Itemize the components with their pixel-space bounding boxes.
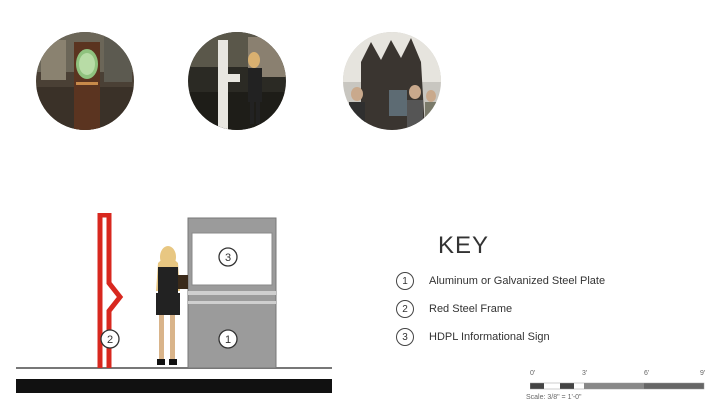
panel-band-2 (188, 301, 276, 304)
key-item-number: 3 (396, 328, 414, 346)
callout-1-text: 1 (225, 334, 231, 346)
key-item-label: HDPL Informational Sign (429, 331, 550, 343)
photo-kiosk-visitor-image (188, 32, 286, 130)
photo-sculptural-sign (36, 32, 134, 130)
photo-kiosk-visitor (188, 32, 286, 130)
key-item: 3 HDPL Informational Sign (396, 326, 550, 348)
key-item-number: 1 (396, 272, 414, 290)
scale-bar-graphic (530, 382, 705, 390)
photo-sculptural-sign-image (36, 32, 134, 130)
key-title: KEY (438, 232, 490, 259)
key-item-label: Aluminum or Galvanized Steel Plate (429, 275, 606, 287)
panel-band-1 (188, 291, 276, 295)
key-item: 2 Red Steel Frame (396, 298, 512, 320)
ground-base (16, 379, 332, 393)
scale-tick-label: 3' (582, 370, 588, 377)
person-figure (156, 246, 188, 365)
callout-2-text: 2 (107, 334, 113, 346)
callout-3-text: 3 (225, 252, 231, 264)
photo-frame-sign-visitors-image (343, 32, 441, 130)
photo-frame-sign-visitors (343, 32, 441, 130)
scale-tick-label: 6' (644, 370, 650, 377)
sign-elevation-drawing: 2 3 1 (16, 213, 332, 393)
key-item-number: 2 (396, 300, 414, 318)
key-item: 1 Aluminum or Galvanized Steel Plate (396, 270, 605, 292)
key-item-label: Red Steel Frame (429, 303, 513, 315)
ground-line (16, 367, 332, 369)
key-legend: KEY 1 Aluminum or Galvanized Steel Plate… (396, 232, 696, 372)
scale-tick-label: 9' (700, 370, 706, 377)
scale-note: Scale: 3/8" = 1'-0" (526, 394, 582, 401)
scale-tick-label: 0' (530, 370, 536, 377)
scale-bar: 0' 3' 6' 9' Scale: 3/8" = 1'-0" (526, 370, 712, 404)
